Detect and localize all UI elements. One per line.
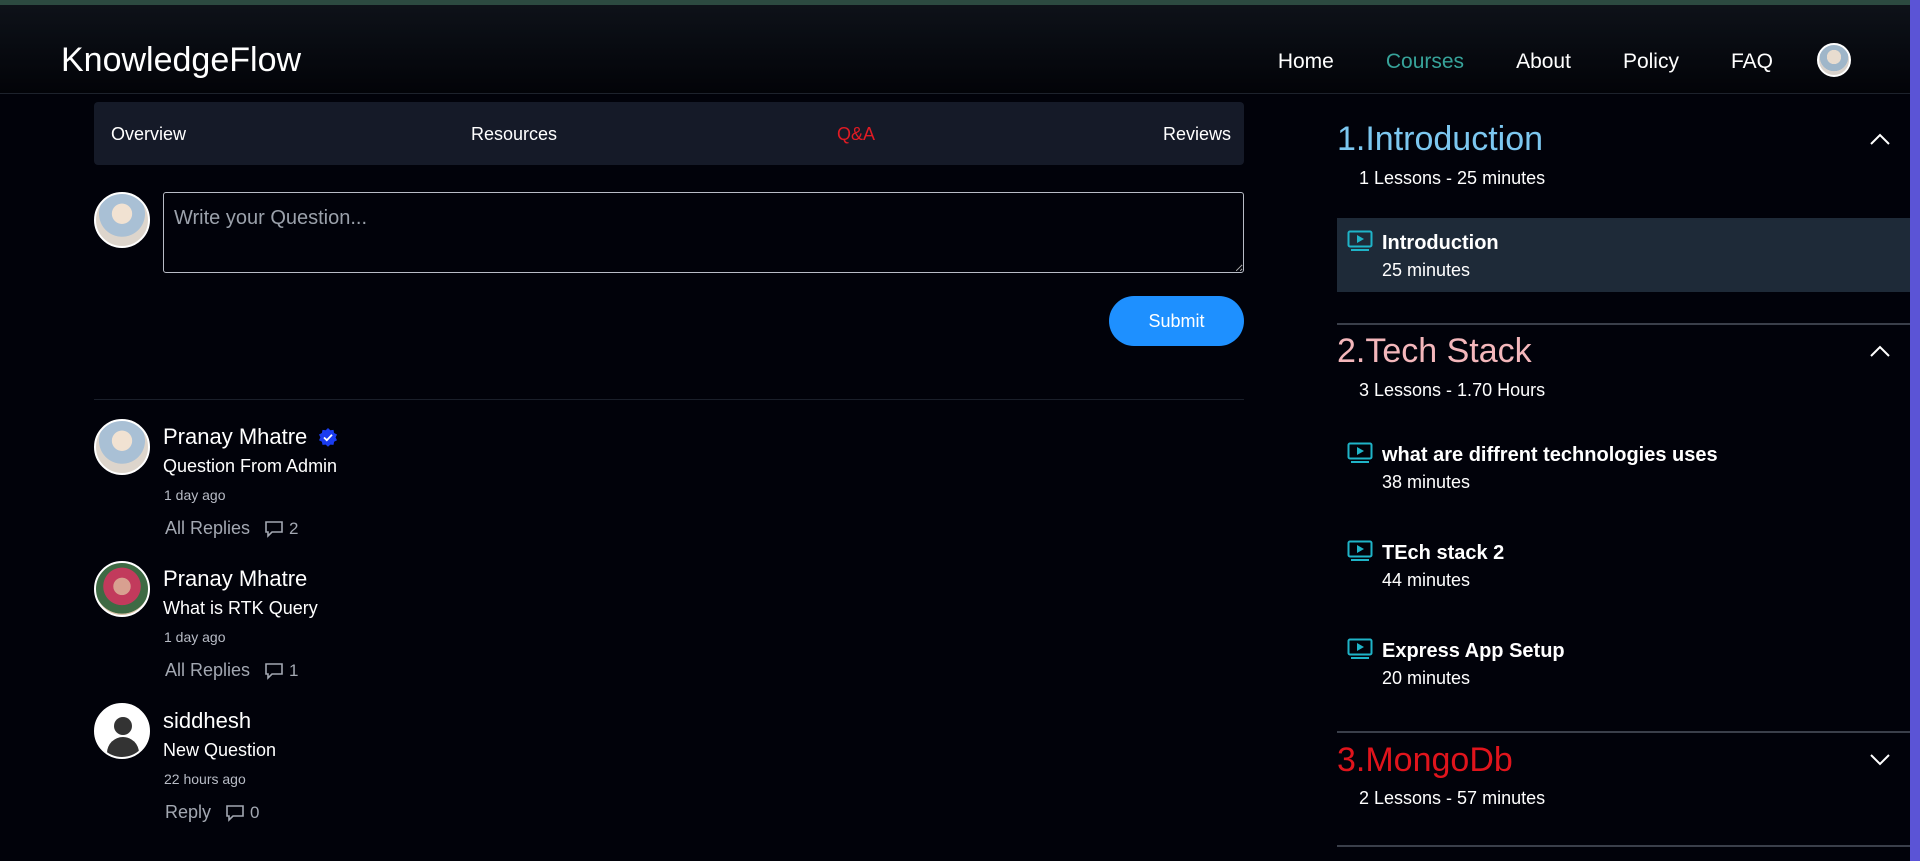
comment-icon <box>264 662 284 680</box>
all-replies-button[interactable]: All Replies 2 <box>165 518 299 539</box>
question-time: 22 hours ago <box>164 771 246 787</box>
reply-count: 1 <box>289 660 299 680</box>
verified-badge-icon <box>319 428 337 447</box>
site-header: KnowledgeFlow Home Courses About Policy … <box>0 5 1910 94</box>
lesson-name: Introduction <box>1382 232 1499 254</box>
tab-reviews[interactable]: Reviews <box>1163 124 1231 145</box>
question-time: 1 day ago <box>164 487 226 503</box>
question-author: siddhesh <box>163 708 252 733</box>
replies-label: Reply <box>165 802 212 822</box>
chevron-up-icon[interactable] <box>1869 132 1891 146</box>
lesson-item[interactable]: Introduction 25 minutes <box>1337 218 1910 292</box>
course-tabs: Overview Resources Q&A Reviews <box>94 102 1244 165</box>
lesson-duration: 20 minutes <box>1382 668 1471 688</box>
nav-about[interactable]: About <box>1516 50 1571 74</box>
lesson-name: TEch stack 2 <box>1382 542 1505 564</box>
chevron-up-icon[interactable] <box>1869 344 1891 358</box>
section-title: 2.Tech Stack <box>1337 332 1532 370</box>
tab-overview[interactable]: Overview <box>111 124 186 145</box>
question-author: Pranay Mhatre <box>163 566 308 591</box>
reply-button[interactable]: Reply 0 <box>165 802 260 823</box>
nav-courses[interactable]: Courses <box>1386 50 1464 74</box>
scrollbar[interactable] <box>1910 0 1920 861</box>
reply-count: 0 <box>250 802 260 822</box>
lesson-item[interactable]: TEch stack 2 44 minutes <box>1337 528 1910 602</box>
submit-button[interactable]: Submit <box>1109 296 1244 346</box>
video-lesson-icon <box>1347 230 1373 251</box>
replies-label: All Replies <box>165 518 251 538</box>
default-user-icon <box>94 703 150 759</box>
nav-home[interactable]: Home <box>1278 50 1334 74</box>
question-author: Pranay Mhatre <box>163 424 308 449</box>
lesson-duration: 44 minutes <box>1382 570 1471 590</box>
nav-policy[interactable]: Policy <box>1623 50 1679 74</box>
section-divider <box>1337 845 1910 847</box>
video-lesson-icon <box>1347 442 1373 463</box>
lesson-duration: 25 minutes <box>1382 260 1471 280</box>
lesson-item[interactable]: Express App Setup 20 minutes <box>1337 626 1910 700</box>
lesson-item[interactable]: what are diffrent technologies uses 38 m… <box>1337 430 1910 504</box>
lesson-name: what are diffrent technologies uses <box>1382 444 1718 466</box>
section-meta: 3 Lessons - 1.70 Hours <box>1359 380 1546 400</box>
question-text: New Question <box>163 740 277 760</box>
current-user-avatar <box>94 192 150 248</box>
section-divider <box>1337 731 1910 733</box>
lesson-duration: 38 minutes <box>1382 472 1471 492</box>
section-meta: 1 Lessons - 25 minutes <box>1359 168 1546 188</box>
chevron-down-icon[interactable] <box>1869 752 1891 766</box>
reply-count: 2 <box>289 518 299 538</box>
question-text: What is RTK Query <box>163 598 318 618</box>
tab-resources[interactable]: Resources <box>471 124 557 145</box>
section-divider <box>1337 323 1910 325</box>
section-title: 1.Introduction <box>1337 120 1544 158</box>
user-avatar[interactable] <box>1817 43 1851 77</box>
nav-faq[interactable]: FAQ <box>1731 50 1773 74</box>
divider <box>94 399 1244 400</box>
question-time: 1 day ago <box>164 629 226 645</box>
tab-qa[interactable]: Q&A <box>837 124 875 145</box>
main-nav: Home Courses About Policy FAQ <box>1226 50 1773 74</box>
section-meta: 2 Lessons - 57 minutes <box>1359 788 1546 808</box>
question-text: Question From Admin <box>163 456 338 476</box>
comment-icon <box>225 804 245 822</box>
question-input[interactable] <box>163 192 1244 273</box>
video-lesson-icon <box>1347 540 1373 561</box>
brand-logo[interactable]: KnowledgeFlow <box>61 41 301 80</box>
avatar <box>94 419 150 475</box>
all-replies-button[interactable]: All Replies 1 <box>165 660 299 681</box>
video-lesson-icon <box>1347 638 1373 659</box>
avatar <box>94 561 150 617</box>
replies-label: All Replies <box>165 660 251 680</box>
comment-icon <box>264 520 284 538</box>
lesson-name: Express App Setup <box>1382 640 1565 662</box>
section-title: 3.MongoDb <box>1337 741 1513 779</box>
